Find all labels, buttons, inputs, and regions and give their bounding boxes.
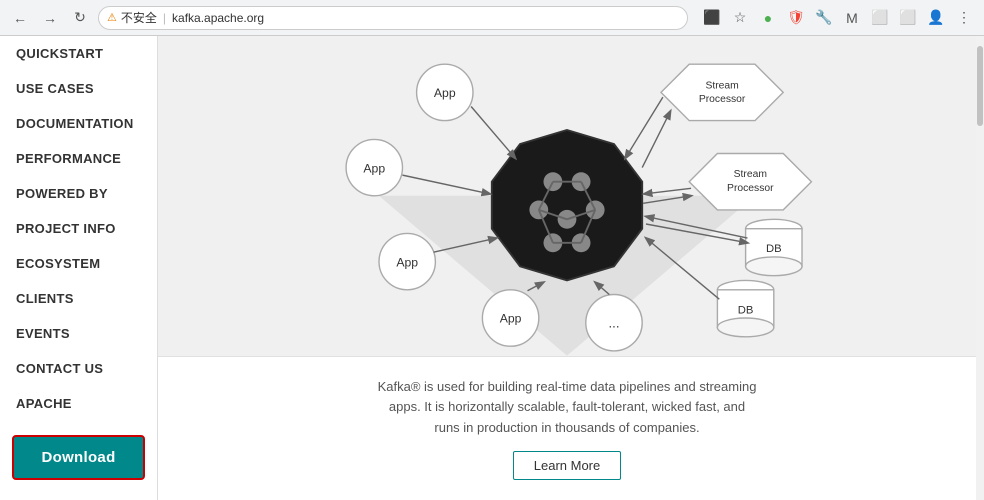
sidebar-item-use-cases[interactable]: USE CASES xyxy=(0,71,157,106)
svg-text:App: App xyxy=(434,86,456,100)
account-icon[interactable]: ● xyxy=(756,6,780,30)
description-box: Kafka® is used for building real-time da… xyxy=(158,356,976,500)
svg-text:...: ... xyxy=(609,315,620,330)
sidebar: QUICKSTART USE CASES DOCUMENTATION PERFO… xyxy=(0,36,158,500)
twitter-handle[interactable]: 🐦 @apachekafka xyxy=(0,490,157,500)
main-layout: QUICKSTART USE CASES DOCUMENTATION PERFO… xyxy=(0,36,984,500)
kafka-diagram: App App App App ... xyxy=(158,36,976,356)
sidebar-item-performance[interactable]: PERFORMANCE xyxy=(0,141,157,176)
svg-text:Processor: Processor xyxy=(727,183,774,194)
svg-text:DB: DB xyxy=(738,304,754,316)
svg-text:App: App xyxy=(363,161,385,175)
scrollbar-thumb[interactable] xyxy=(977,46,983,126)
cast-icon[interactable]: ⬛ xyxy=(700,6,724,30)
svg-text:Stream: Stream xyxy=(734,169,767,180)
sidebar-item-quickstart[interactable]: QUICKSTART xyxy=(0,36,157,71)
security-label: 不安全 xyxy=(121,9,157,26)
learn-more-button[interactable]: Learn More xyxy=(513,451,621,480)
sidebar-item-events[interactable]: EVENTS xyxy=(0,316,157,351)
extension-icon2[interactable]: ⬜ xyxy=(868,6,892,30)
refresh-button[interactable]: ↻ xyxy=(68,6,92,30)
sidebar-item-clients[interactable]: CLIENTS xyxy=(0,281,157,316)
scrollbar[interactable] xyxy=(976,36,984,500)
svg-text:App: App xyxy=(396,255,418,269)
svg-text:Processor: Processor xyxy=(699,94,746,105)
sidebar-item-project-info[interactable]: PROJECT INFO xyxy=(0,211,157,246)
toolbar-icons: ⬛ ☆ ● 🛡 🔧 M ⬜ ⬜ 👤 ⋮ xyxy=(700,6,976,30)
profile-avatar[interactable]: 👤 xyxy=(924,6,948,30)
url-text: kafka.apache.org xyxy=(172,11,264,25)
menu-button[interactable]: ⋮ xyxy=(952,6,976,30)
description-text: Kafka® is used for building real-time da… xyxy=(377,377,757,439)
adblock-icon[interactable]: 🛡 xyxy=(784,6,808,30)
forward-button[interactable]: → xyxy=(38,6,62,30)
sidebar-item-powered-by[interactable]: POWERED BY xyxy=(0,176,157,211)
back-button[interactable]: ← xyxy=(8,6,32,30)
content-area: App App App App ... xyxy=(158,36,976,500)
security-icon: ⚠ xyxy=(107,11,117,24)
gmail-icon[interactable]: M xyxy=(840,6,864,30)
sidebar-item-ecosystem[interactable]: ECOSYSTEM xyxy=(0,246,157,281)
svg-text:DB: DB xyxy=(766,243,782,255)
svg-text:Stream: Stream xyxy=(705,81,738,92)
download-btn-container: Download xyxy=(0,425,157,490)
extension-icon1[interactable]: 🔧 xyxy=(812,6,836,30)
address-bar[interactable]: ⚠ 不安全 | kafka.apache.org xyxy=(98,6,688,30)
browser-chrome: ← → ↻ ⚠ 不安全 | kafka.apache.org ⬛ ☆ ● 🛡 🔧… xyxy=(0,0,984,36)
sidebar-item-contact-us[interactable]: CONTACT US xyxy=(0,351,157,386)
diagram-area: App App App App ... xyxy=(158,36,976,356)
extension-icon3[interactable]: ⬜ xyxy=(896,6,920,30)
download-button[interactable]: Download xyxy=(12,435,145,480)
bookmark-icon[interactable]: ☆ xyxy=(728,6,752,30)
sidebar-item-documentation[interactable]: DOCUMENTATION xyxy=(0,106,157,141)
svg-text:App: App xyxy=(500,312,522,326)
sidebar-item-apache[interactable]: APACHE xyxy=(0,386,157,421)
